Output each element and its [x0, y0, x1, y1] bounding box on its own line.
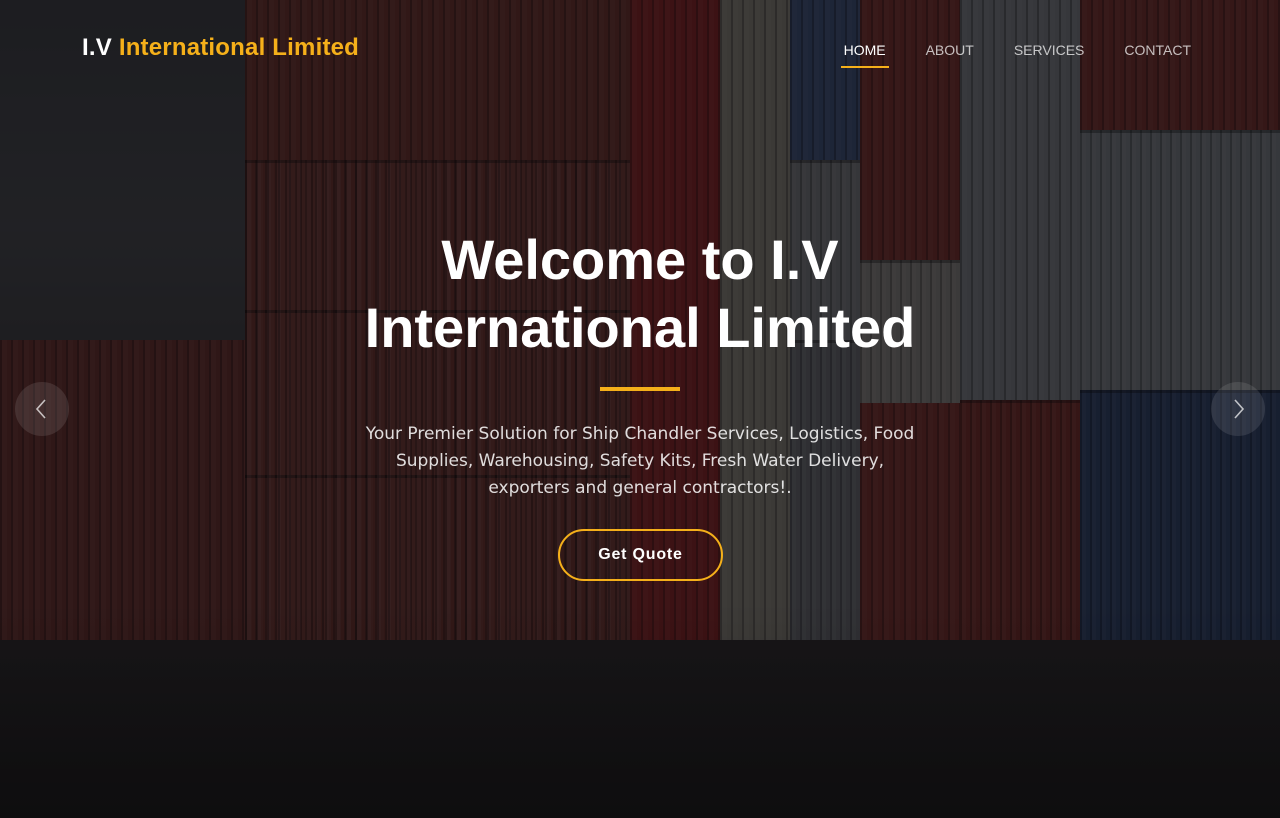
main-nav: HOME ABOUT SERVICES CONTACT — [840, 40, 1194, 68]
hero-section: I.V International Limited HOME ABOUT SER… — [0, 0, 1280, 818]
site-logo[interactable]: I.V International Limited — [82, 34, 359, 62]
hero-title-line-2: International Limited — [364, 296, 916, 359]
brand-prefix: I.V — [82, 34, 112, 61]
carousel-prev-button[interactable] — [15, 382, 69, 436]
hero-title-line-1: Welcome to I.V — [441, 228, 839, 291]
chevron-right-icon — [1234, 399, 1245, 419]
nav-item-home[interactable]: HOME — [840, 40, 889, 68]
title-divider — [600, 387, 680, 391]
bottom-fade — [0, 600, 1280, 818]
nav-item-services[interactable]: SERVICES — [1011, 40, 1088, 68]
brand-name: International Limited — [118, 34, 360, 61]
hero-title: Welcome to I.V International Limited — [340, 226, 940, 362]
get-quote-button[interactable]: Get Quote — [558, 529, 723, 581]
chevron-left-icon — [35, 399, 46, 419]
hero-subtitle: Your Premier Solution for Ship Chandler … — [365, 424, 915, 498]
carousel-next-button[interactable] — [1211, 382, 1265, 436]
nav-item-about[interactable]: ABOUT — [923, 40, 977, 68]
nav-item-contact[interactable]: CONTACT — [1121, 40, 1194, 68]
